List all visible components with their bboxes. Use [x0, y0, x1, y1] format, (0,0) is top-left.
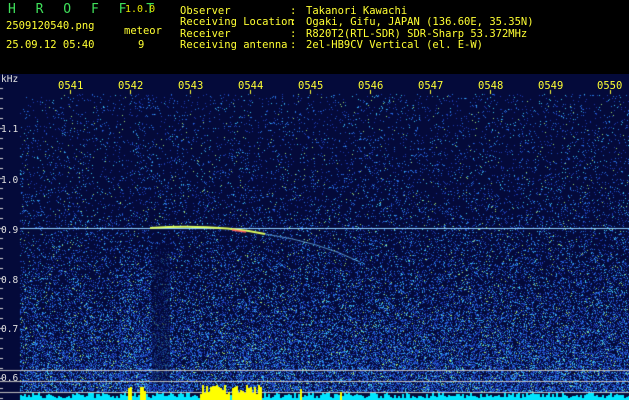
receiver-key: Receiver — [180, 28, 231, 40]
file-name: 2509120540.png — [6, 20, 95, 32]
time-tick-label: 0545 — [298, 80, 324, 92]
location-value: Ogaki, Gifu, JAPAN (136.60E, 35.35N) — [306, 16, 534, 28]
freq-tick-label: 1.1 — [1, 124, 19, 135]
observer-sep: : — [290, 5, 297, 17]
app-version: 1.0.0 — [125, 4, 156, 15]
freq-tick-label: 0.8 — [1, 275, 19, 286]
receiver-value: R820T2(RTL-SDR) SDR-Sharp 53.372MHz — [306, 28, 528, 40]
unit-label: kHz — [1, 74, 19, 85]
freq-tick-label: 0.7 — [1, 324, 19, 335]
time-tick-label: 0550 — [597, 80, 623, 92]
time-tick-label: 0543 — [178, 80, 204, 92]
antenna-key: Receiving antenna — [180, 39, 288, 51]
time-tick-label: 0548 — [478, 80, 504, 92]
time-tick-label: 0544 — [238, 80, 264, 92]
time-tick-label: 0549 — [538, 80, 564, 92]
file-datetime: 25.09.12 05:40 — [6, 39, 95, 51]
time-tick-label: 0542 — [118, 80, 144, 92]
observer-value: Takanori Kawachi — [306, 5, 408, 17]
meteor-label: meteor — [124, 25, 162, 37]
time-tick-label: 0547 — [418, 80, 444, 92]
freq-tick-label: 0.9 — [1, 225, 19, 236]
spectrogram-canvas — [0, 74, 629, 400]
freq-tick-label: 0.6 — [1, 373, 19, 384]
time-tick-label: 0546 — [358, 80, 384, 92]
location-sep: : — [290, 16, 297, 28]
antenna-sep: : — [290, 39, 297, 51]
meteor-count: 9 — [138, 39, 145, 51]
antenna-value: 2el-HB9CV Vertical (el. E-W) — [306, 39, 484, 51]
receiver-sep: : — [290, 28, 297, 40]
observer-key: Observer — [180, 5, 231, 17]
freq-tick-label: 1.0 — [1, 175, 19, 186]
time-tick-label: 0541 — [58, 80, 84, 92]
location-key: Receiving Location — [180, 16, 294, 28]
header-panel: H R O F F T 1.0.0 2509120540.png 25.09.1… — [0, 0, 629, 74]
